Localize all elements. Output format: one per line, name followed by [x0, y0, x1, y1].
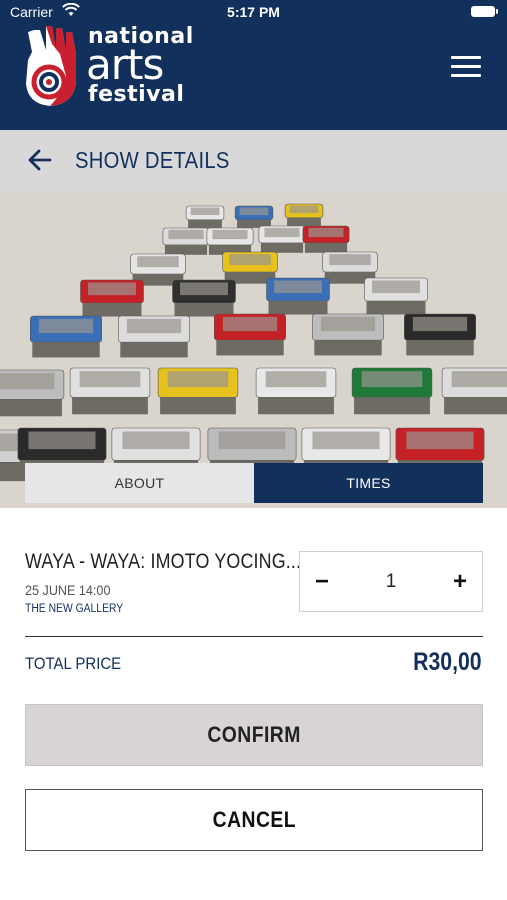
quantity-stepper: − 1 +	[299, 551, 483, 612]
toy-truck	[214, 313, 287, 356]
logo-text-festival: festival	[88, 82, 185, 107]
confirm-button-label: CONFIRM	[207, 722, 301, 747]
battery-icon	[471, 6, 498, 17]
toy-truck	[266, 277, 330, 315]
cancel-button[interactable]: CANCEL	[25, 789, 483, 851]
page-title: SHOW DETAILS	[75, 147, 230, 173]
toy-truck	[162, 227, 210, 255]
sub-header: SHOW DETAILS	[0, 130, 507, 192]
toy-truck	[172, 279, 236, 317]
toy-truck	[255, 367, 337, 415]
toy-truck	[311, 313, 384, 356]
divider	[25, 636, 483, 637]
toy-truck	[0, 369, 65, 417]
toy-truck	[185, 205, 225, 228]
hand-logo-icon	[26, 26, 76, 106]
toy-truck	[403, 313, 476, 356]
hamburger-icon[interactable]	[451, 54, 483, 78]
festival-logo[interactable]: national arts festival	[22, 24, 202, 112]
clock: 5:17 PM	[227, 4, 280, 20]
tab-times[interactable]: TIMES	[254, 463, 483, 503]
decrease-quantity-button[interactable]: −	[300, 552, 344, 611]
toy-truck	[206, 227, 254, 255]
total-price-value: R30,00	[413, 648, 482, 676]
show-hero-image	[0, 192, 507, 508]
toy-truck	[441, 367, 507, 415]
logo-text-arts: arts	[86, 40, 164, 89]
toy-truck	[118, 315, 191, 358]
confirm-button[interactable]: CONFIRM	[25, 704, 483, 766]
show-date-time: 25 JUNE 14:00	[25, 582, 111, 598]
increase-quantity-button[interactable]: +	[438, 552, 482, 611]
tab-bar: ABOUT TIMES	[25, 463, 483, 503]
total-price-label: TOTAL PRICE	[25, 654, 122, 673]
toy-truck	[29, 315, 103, 358]
show-venue: THE NEW GALLERY	[25, 603, 124, 615]
toy-truck	[364, 277, 428, 315]
toy-truck	[258, 225, 306, 253]
app-header: national arts festival	[0, 24, 507, 130]
toy-truck	[284, 203, 324, 226]
arrow-left-icon[interactable]	[26, 146, 54, 174]
toy-truck	[351, 367, 433, 415]
toy-truck	[80, 279, 144, 317]
toy-truck	[69, 367, 151, 415]
toy-truck	[234, 205, 274, 228]
show-name: WAYA - WAYA: IMOTO YOCING...	[25, 550, 302, 573]
tab-about[interactable]: ABOUT	[25, 463, 254, 503]
cancel-button-label: CANCEL	[212, 807, 296, 832]
toy-truck	[302, 225, 350, 253]
quantity-value: 1	[385, 570, 397, 592]
toy-truck	[157, 367, 239, 415]
status-bar: Carrier 5:17 PM	[0, 0, 507, 24]
